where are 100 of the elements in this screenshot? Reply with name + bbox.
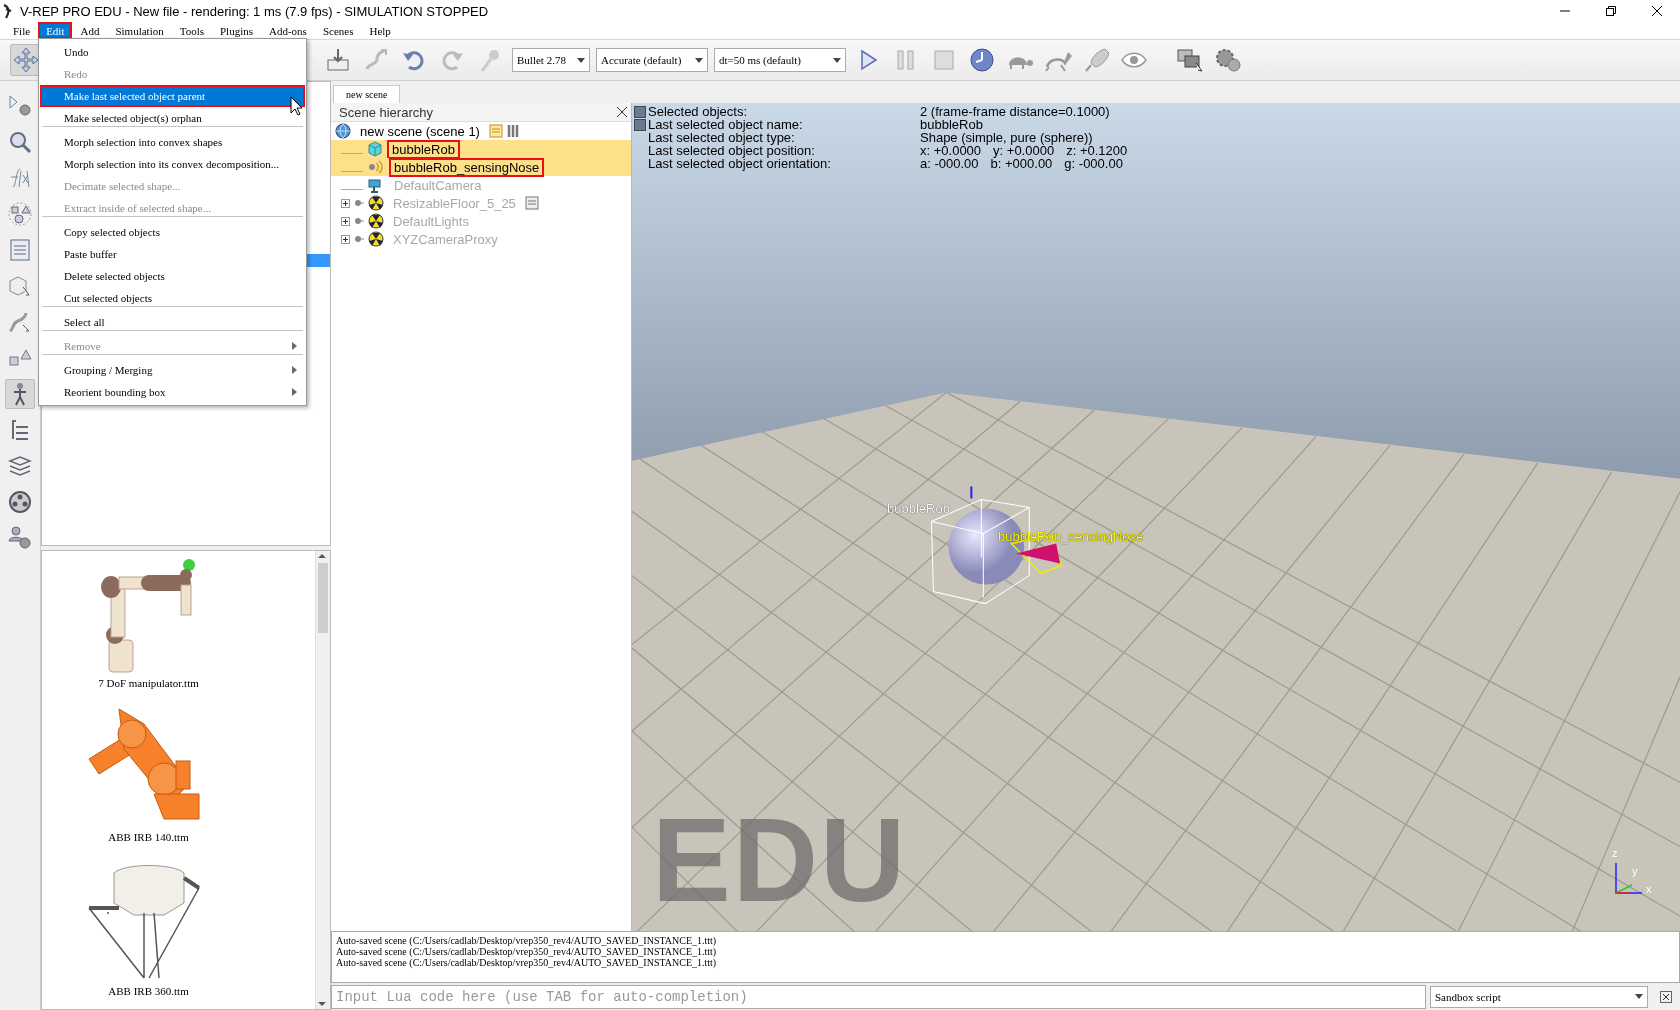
info-label: Last selected object orientation:: [648, 157, 832, 170]
scroll-up-icon[interactable]: [316, 551, 328, 561]
info-value: g: -000.00: [1064, 157, 1123, 170]
submenu-arrow-icon: [292, 366, 297, 374]
menu-item[interactable]: Delete selected objects: [40, 265, 305, 287]
info-label: Last selected object name:: [648, 118, 804, 131]
globe-icon: [335, 123, 351, 139]
scroll-down-icon[interactable]: [316, 999, 328, 1009]
menu-item[interactable]: Help: [361, 22, 399, 39]
box-arrow-icon[interactable]: [325, 47, 351, 73]
menu-item[interactable]: Morph selection into its convex decomposition...: [40, 153, 305, 175]
menu-item[interactable]: Undo: [40, 41, 305, 63]
menu-item[interactable]: Scenes: [314, 22, 362, 39]
close-icon[interactable]: [617, 107, 627, 117]
sensor-icon: [367, 159, 385, 175]
console-line: Auto-saved scene (C:/Users/cadlab/Desktop/vrep350_rev4/AUTO_SAVED_INSTANCE_1.ttt): [336, 946, 718, 957]
eye-icon[interactable]: [1120, 50, 1148, 70]
model-icon: [368, 231, 384, 247]
menu-item[interactable]: Select all: [40, 311, 305, 333]
film-reel-icon[interactable]: [7, 489, 33, 515]
scrollbar-thumb[interactable]: [318, 563, 328, 633]
panel-title: Scene hierarchy: [339, 104, 433, 120]
script-dropdown[interactable]: Sandbox script: [1430, 985, 1648, 1008]
object-label: bubbleRob: [887, 501, 950, 516]
shapes-icon[interactable]: [7, 201, 33, 227]
windows-icon[interactable]: [1176, 47, 1204, 73]
tree-item[interactable]: bubbleRob: [387, 139, 460, 159]
model-name[interactable]: ABB IRB 360.ttm: [108, 985, 189, 997]
scrollbar[interactable]: [315, 551, 330, 1009]
menu-item[interactable]: Add: [72, 22, 108, 39]
menu-item[interactable]: Add-ons: [261, 22, 315, 39]
caret-icon: [695, 57, 703, 63]
model-icon: [368, 195, 384, 211]
model-name[interactable]: ABB IRB 140.ttm: [108, 831, 189, 843]
caret-icon: [833, 57, 841, 63]
info-label: Selected objects:: [648, 105, 748, 118]
info-label: Last selected object position:: [648, 144, 815, 157]
menu-item[interactable]: Tools: [171, 22, 212, 39]
info-value: bubbleRob: [920, 118, 983, 131]
tree-item[interactable]: bubbleRob_sensingNose: [389, 157, 545, 177]
menu-item[interactable]: File: [5, 22, 39, 39]
menu-item[interactable]: Make last selected object parent: [40, 85, 305, 107]
scene-tab[interactable]: new scene: [333, 85, 401, 103]
figure-button[interactable]: [5, 379, 35, 409]
close-icon[interactable]: [1652, 6, 1662, 16]
restore-icon[interactable]: [1606, 6, 1616, 16]
search-icon[interactable]: [7, 129, 33, 155]
gear-icon[interactable]: [1214, 47, 1242, 73]
script-icon[interactable]: [524, 196, 539, 210]
console-line: Auto-saved scene (C:/Users/cadlab/Desktop/vrep350_rev4/AUTO_SAVED_INSTANCE_1.ttt): [336, 957, 718, 968]
expand-icon[interactable]: [341, 198, 350, 208]
model-name[interactable]: 7 DoF manipulator.ttm: [98, 677, 199, 689]
dot-icon: [354, 199, 364, 207]
clock-icon[interactable]: [969, 47, 995, 73]
dot-icon: [354, 217, 364, 225]
info-value: z: +0.1200: [1066, 144, 1128, 157]
cube-icon: [367, 141, 383, 157]
dropdown[interactable]: Bullet 2.78: [512, 48, 590, 72]
menu-item[interactable]: Copy selected objects: [40, 221, 305, 243]
menu-item[interactable]: Make selected object(s) orphan: [40, 107, 305, 129]
axes-icon: [1614, 861, 1644, 895]
info-value: y: +0.0000: [993, 144, 1055, 157]
expand-icon[interactable]: [341, 216, 350, 226]
menu-item[interactable]: Paste buffer: [40, 243, 305, 265]
axis-label: y: [1632, 865, 1638, 877]
layers-icon[interactable]: [7, 453, 33, 479]
menu-item[interactable]: Cut selected objects: [40, 287, 305, 309]
simulation-settings-icon[interactable]: [7, 93, 33, 119]
dropdown[interactable]: dt=50 ms (default): [714, 48, 846, 72]
window-title: V-REP PRO EDU - New file - rendering: 1 ms (7.9 fps) - SIMULATION STOPPED: [20, 3, 489, 19]
collapse-button[interactable]: [634, 106, 646, 118]
menu-item[interactable]: Reorient bounding box: [40, 381, 305, 403]
close-icon[interactable]: [1660, 990, 1672, 1003]
info-value: b: +000.00: [990, 157, 1053, 170]
menu-item[interactable]: Grouping / Merging: [40, 359, 305, 381]
expand-icon[interactable]: [341, 234, 350, 244]
menu-item[interactable]: Simulation: [107, 22, 172, 39]
info-label: Last selected object type:: [648, 131, 795, 144]
menu-item[interactable]: Plugins: [212, 22, 261, 39]
axis-label: x: [1646, 883, 1652, 895]
menu-item[interactable]: Morph selection into convex shapes: [40, 131, 305, 153]
info-value: a: -000.00: [920, 157, 979, 170]
object-label: bubbleRob_sensingNose: [998, 529, 1144, 544]
tree-item[interactable]: new scene (scene 1): [355, 121, 485, 141]
edu-watermark: EDU: [652, 801, 908, 919]
console-line: Auto-saved scene (C:/Users/cadlab/Desktop/vrep350_rev4/AUTO_SAVED_INSTANCE_1.ttt): [336, 935, 718, 946]
caret-icon: [1635, 994, 1643, 999]
mouse-cursor-icon: [290, 96, 304, 116]
bars-icon[interactable]: [506, 124, 521, 138]
info-value: 2 (frame-frame distance=0.1000): [920, 105, 1110, 118]
lua-input-field[interactable]: Input Lua code here (use TAB for auto-completion): [331, 984, 1426, 1009]
dropdown[interactable]: Accurate (default): [596, 48, 708, 72]
user-settings-icon[interactable]: [7, 525, 33, 551]
model-icon: [368, 213, 384, 229]
script-icon[interactable]: [7, 237, 33, 263]
axis-label: z: [1612, 847, 1618, 859]
toggle-button[interactable]: [634, 119, 646, 131]
caret-icon: [577, 57, 585, 63]
dot-icon: [354, 235, 364, 243]
submenu-arrow-icon: [292, 342, 297, 350]
